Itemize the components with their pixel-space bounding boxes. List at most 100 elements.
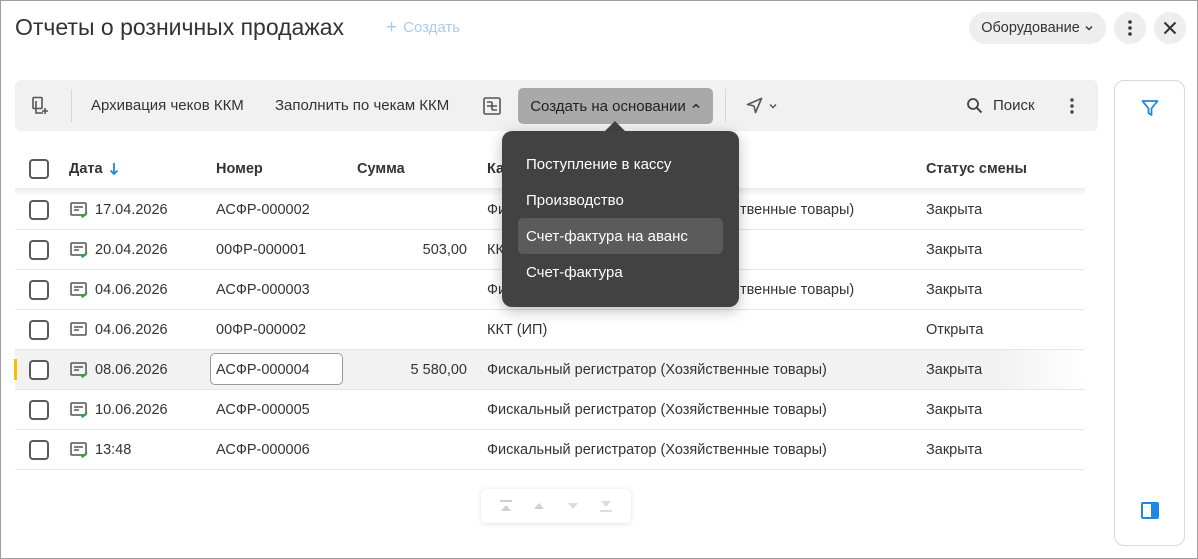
more-vertical-icon (1070, 97, 1074, 114)
select-all-checkbox[interactable] (29, 159, 49, 179)
cell-date-text: 08.06.2026 (95, 361, 168, 378)
scan-button[interactable] (482, 80, 502, 131)
fill-by-receipts-button[interactable]: Заполнить по чекам ККМ (275, 80, 449, 131)
menu-item-production[interactable]: Производство (518, 182, 723, 218)
cell-date-text: 17.04.2026 (95, 201, 168, 218)
column-header-sum[interactable]: Сумма (357, 147, 405, 190)
cell-number: АСФР-000002 (216, 201, 310, 218)
cell-sum: 503,00 (422, 241, 467, 258)
toolbar-more-button[interactable] (1070, 80, 1074, 131)
document-check-icon (70, 361, 88, 378)
document-check-icon (70, 281, 88, 298)
chevron-down-icon (1085, 26, 1093, 31)
column-header-number[interactable]: Номер (216, 147, 263, 190)
cell-date-text: 20.04.2026 (95, 241, 168, 258)
cell-number: АСФР-000003 (216, 281, 310, 298)
send-icon (746, 97, 763, 114)
chevron-down-icon (769, 103, 777, 108)
menu-item-invoice[interactable]: Счет-фактура (518, 254, 723, 290)
equipment-label: Оборудование (981, 20, 1080, 36)
next-page-icon[interactable] (565, 499, 581, 513)
more-vertical-icon (1128, 20, 1132, 36)
plus-icon: + (386, 17, 398, 38)
document-check-icon (70, 321, 87, 336)
row-checkbox[interactable] (29, 240, 49, 260)
table-row[interactable]: 08.06.2026 АСФР-000004 5 580,00 Фискальный … (14, 350, 1085, 390)
create-button[interactable]: + Создать (386, 17, 461, 38)
copy-add-button[interactable] (31, 80, 49, 131)
cell-kassa: Фискальный регистратор (Хозяйственные то… (487, 401, 827, 418)
cell-date: 10.06.2026 (69, 390, 168, 429)
table-row[interactable]: 04.06.2026 00ФР-000002 ККТ (ИП) Открыта (15, 310, 1085, 350)
row-checkbox[interactable] (29, 200, 49, 220)
archive-receipts-button[interactable]: Архивация чеков ККМ (91, 80, 244, 131)
close-button[interactable] (1154, 12, 1186, 44)
cell-kassa: Фискальный регистратор (Хозяйственные то… (487, 361, 827, 378)
row-checkbox[interactable] (29, 280, 49, 300)
current-row-marker (14, 359, 17, 380)
menu-item-cash-receipt[interactable]: Поступление в кассу (518, 146, 723, 182)
document-check-icon (70, 201, 88, 218)
search-button[interactable]: Поиск (966, 80, 1035, 131)
cell-number: АСФР-000006 (216, 441, 310, 458)
cell-date: 17.04.2026 (69, 190, 168, 229)
cell-date: 13:48 (69, 430, 131, 469)
cell-date: 04.06.2026 (69, 310, 168, 349)
cell-shift-status: Закрыта (926, 241, 983, 258)
row-checkbox[interactable] (29, 440, 49, 460)
cell-kassa: Фискальный регистратор (Хозяйственные то… (487, 441, 827, 458)
column-header-shift-status[interactable]: Статус смены (926, 147, 1027, 190)
panel-toggle-icon[interactable] (1141, 502, 1159, 519)
toolbar: Архивация чеков ККМ Заполнить по чекам К… (15, 80, 1098, 131)
cell-sum (357, 390, 467, 429)
filter-icon[interactable] (1141, 99, 1159, 117)
row-checkbox[interactable] (29, 360, 49, 380)
cell-shift-status: Закрыта (926, 361, 983, 378)
cell-sum: 5 580,00 (410, 361, 467, 378)
create-based-on-menu: Поступление в кассу Производство Счет-фа… (502, 131, 739, 307)
first-page-icon[interactable] (498, 499, 514, 513)
cell-date-text: 04.06.2026 (95, 281, 168, 298)
create-based-on-dropdown[interactable]: Создать на основании (518, 88, 713, 124)
cell-sum (357, 310, 467, 349)
create-label: Создать (403, 19, 461, 36)
page-title: Отчеты о розничных продажах (15, 14, 345, 40)
scan-icon (483, 96, 501, 115)
cell-number: АСФР-000005 (216, 401, 310, 418)
cell-date: 04.06.2026 (69, 270, 168, 309)
send-button[interactable] (746, 80, 778, 131)
pager (481, 489, 631, 523)
column-header-date[interactable]: Дата (69, 147, 119, 190)
cell-kassa-tail: твенные товары) (740, 201, 855, 218)
cell-sum (357, 270, 467, 309)
cell-sum (357, 190, 467, 229)
cell-kassa-tail: твенные товары) (740, 281, 855, 298)
cell-shift-status: Закрыта (926, 281, 983, 298)
cell-shift-status: Закрыта (926, 441, 983, 458)
cell-date: 20.04.2026 (69, 230, 168, 269)
toolbar-separator (71, 89, 72, 122)
toolbar-separator (725, 89, 726, 122)
more-menu-button[interactable] (1114, 12, 1146, 44)
cell-number: 00ФР-000002 (216, 321, 307, 338)
cell-number: 00ФР-000001 (216, 241, 307, 258)
row-checkbox[interactable] (29, 320, 49, 340)
cell-number: АСФР-000004 (216, 361, 310, 378)
row-checkbox[interactable] (29, 400, 49, 420)
cell-shift-status: Закрыта (926, 401, 983, 418)
equipment-button[interactable]: Оборудование (969, 12, 1106, 44)
cell-shift-status: Открыта (926, 321, 984, 338)
document-check-icon (70, 401, 88, 418)
previous-page-icon[interactable] (531, 499, 547, 513)
menu-item-advance-invoice[interactable]: Счет-фактура на аванс (518, 218, 723, 254)
search-icon (967, 98, 983, 114)
document-check-icon (70, 441, 88, 458)
table-row[interactable]: 13:48 АСФР-000006 Фискальный регистратор (… (15, 430, 1085, 470)
cell-shift-status: Закрыта (926, 201, 983, 218)
cell-date-text: 04.06.2026 (95, 321, 168, 338)
table-row[interactable]: 10.06.2026 АСФР-000005 Фискальный регистра… (15, 390, 1085, 430)
side-panel (1114, 80, 1185, 546)
cell-kassa: ККТ (ИП) (487, 321, 548, 338)
last-page-icon[interactable] (598, 499, 614, 513)
cell-date-text: 13:48 (95, 441, 132, 458)
